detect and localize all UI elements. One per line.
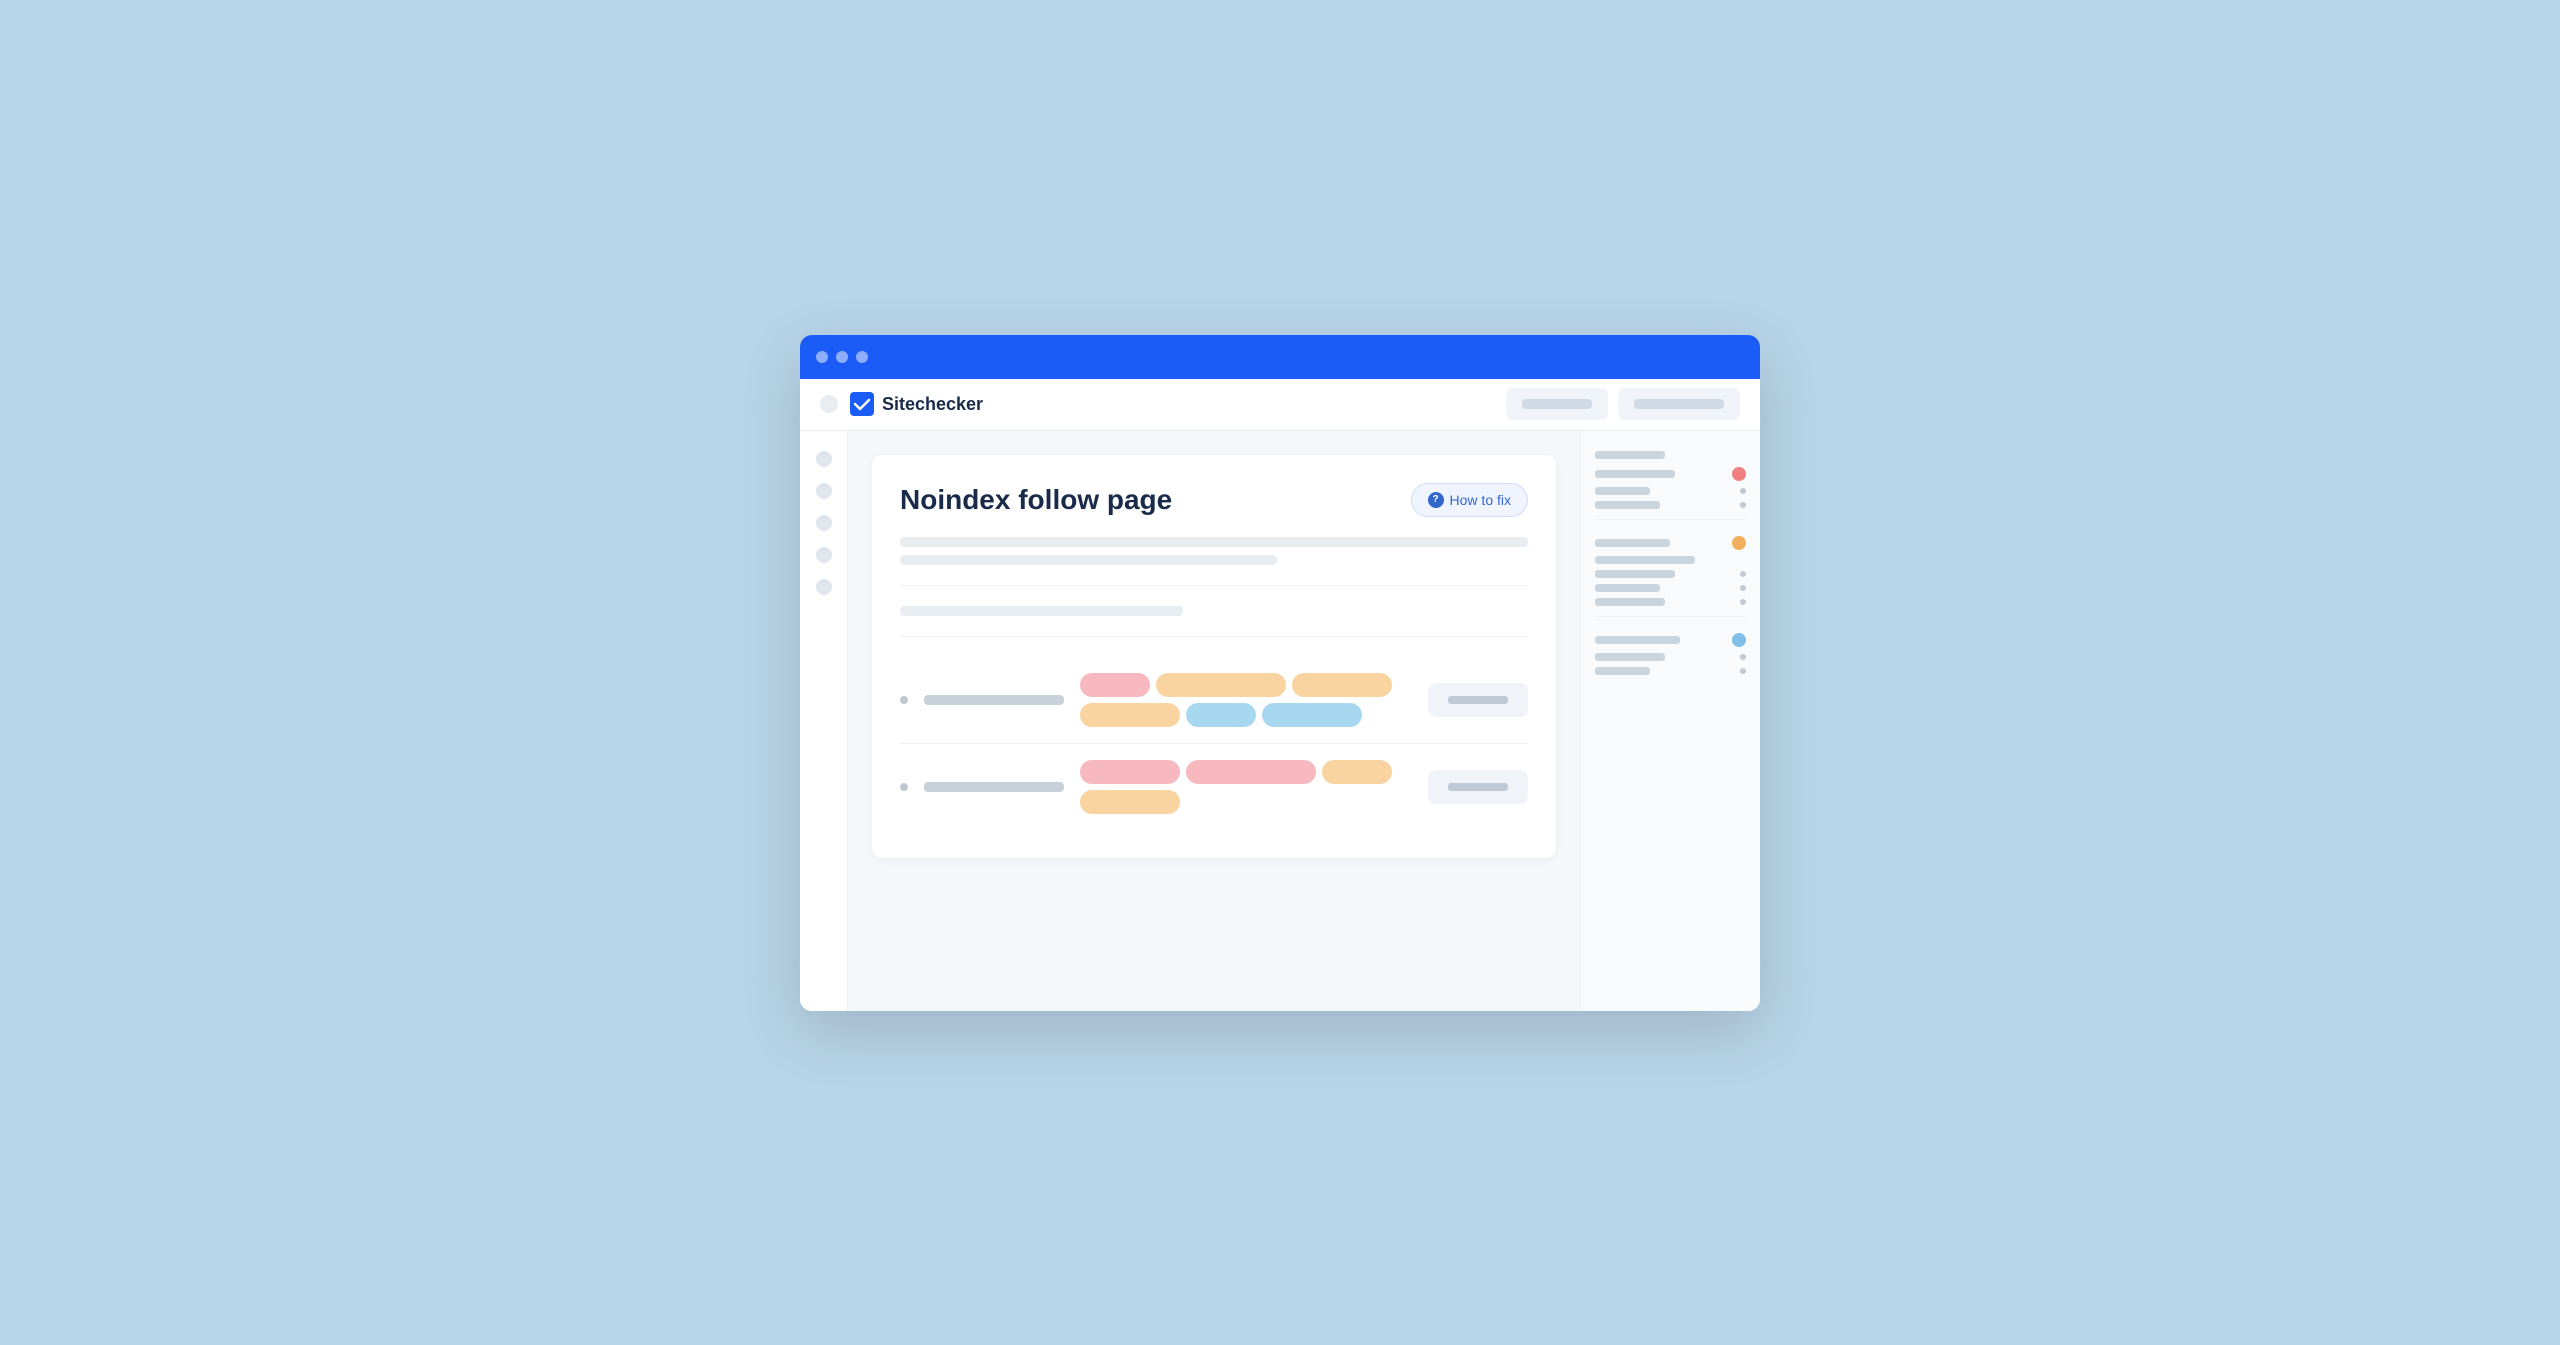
panel-bar-2	[1595, 470, 1675, 478]
row-text-1	[924, 695, 1064, 705]
panel-bar-12	[1595, 667, 1650, 675]
panel-bar-11	[1595, 653, 1665, 661]
how-to-fix-button[interactable]: ? How to fix	[1411, 483, 1528, 517]
page-title: Noindex follow page	[900, 484, 1172, 516]
panel-row-2	[1595, 467, 1746, 481]
divider-1	[900, 585, 1528, 586]
action-label-2	[1448, 783, 1508, 791]
panel-dot-blue	[1732, 633, 1746, 647]
traffic-light-2	[836, 351, 848, 363]
row-bullet-1	[900, 696, 908, 704]
how-to-fix-label: How to fix	[1450, 492, 1511, 508]
sidebar-item-2[interactable]	[816, 483, 832, 499]
sidebar-item-3[interactable]	[816, 515, 832, 531]
table-area	[900, 657, 1528, 830]
toolbar-button-2[interactable]	[1618, 388, 1740, 420]
tag-blue-md-1	[1262, 703, 1362, 727]
panel-row-11	[1595, 653, 1746, 661]
tag-blue-sm-1	[1186, 703, 1256, 727]
toolbar-button-1[interactable]	[1506, 388, 1608, 420]
panel-bar-1	[1595, 451, 1665, 459]
browser-window: Sitechecker Noindex follow page	[800, 335, 1760, 1011]
browser-toolbar: Sitechecker	[800, 379, 1760, 431]
table-row	[900, 657, 1528, 744]
sidebar	[800, 431, 848, 1011]
panel-row-5	[1595, 536, 1746, 550]
panel-group-3	[1595, 633, 1746, 685]
logo-icon	[850, 392, 874, 416]
tag-pink-sm-1	[1080, 673, 1150, 697]
tags-area-2	[1080, 760, 1412, 814]
logo-area: Sitechecker	[850, 392, 1494, 416]
panel-bar-6	[1595, 556, 1695, 564]
tag-pink-md-1	[1080, 760, 1180, 784]
mini-dot-6	[1740, 654, 1746, 660]
tag-orange-sm-1	[1322, 760, 1392, 784]
action-label-1	[1448, 696, 1508, 704]
card-header: Noindex follow page ? How to fix	[900, 483, 1528, 517]
traffic-light-3	[856, 351, 868, 363]
main-content: Noindex follow page ? How to fix	[848, 431, 1580, 1011]
mini-dot-3	[1740, 571, 1746, 577]
panel-row-6	[1595, 556, 1746, 564]
panel-row-4	[1595, 501, 1746, 509]
panel-group-1	[1595, 451, 1746, 520]
row-action-2[interactable]	[1428, 770, 1528, 804]
table-row	[900, 744, 1528, 830]
toolbar-buttons	[1506, 388, 1740, 420]
panel-dot-orange	[1732, 536, 1746, 550]
right-panel	[1580, 431, 1760, 1011]
content-card: Noindex follow page ? How to fix	[872, 455, 1556, 858]
panel-bar-4	[1595, 501, 1660, 509]
row-text-2	[924, 782, 1064, 792]
traffic-light-1	[816, 351, 828, 363]
browser-content: Noindex follow page ? How to fix	[800, 431, 1760, 1011]
panel-row-7	[1595, 570, 1746, 578]
mini-dot-5	[1740, 599, 1746, 605]
filter-bar-1	[900, 606, 1183, 616]
panel-row-10	[1595, 633, 1746, 647]
toolbar-btn-1-label	[1522, 399, 1592, 409]
help-icon: ?	[1428, 492, 1444, 508]
tag-orange-md-3	[1080, 790, 1180, 814]
panel-bar-7	[1595, 570, 1675, 578]
desc-bar-2	[900, 555, 1277, 565]
sidebar-item-5[interactable]	[816, 579, 832, 595]
sidebar-item-4[interactable]	[816, 547, 832, 563]
panel-bar-10	[1595, 636, 1680, 644]
toolbar-circle	[820, 395, 838, 413]
tag-orange-md-2	[1080, 703, 1180, 727]
panel-bar-9	[1595, 598, 1665, 606]
logo-text: Sitechecker	[882, 394, 983, 415]
panel-row-3	[1595, 487, 1746, 495]
row-bullet-2	[900, 783, 908, 791]
panel-bar-3	[1595, 487, 1650, 495]
panel-row-8	[1595, 584, 1746, 592]
tag-pink-lg-1	[1186, 760, 1316, 784]
browser-titlebar	[800, 335, 1760, 379]
panel-dot-red	[1732, 467, 1746, 481]
panel-row-1	[1595, 451, 1746, 459]
panel-row-9	[1595, 598, 1746, 606]
panel-row-12	[1595, 667, 1746, 675]
mini-dot-1	[1740, 488, 1746, 494]
tag-orange-lg-1	[1156, 673, 1286, 697]
sidebar-item-1[interactable]	[816, 451, 832, 467]
mini-dot-7	[1740, 668, 1746, 674]
tags-area-1	[1080, 673, 1412, 727]
tag-orange-md-1	[1292, 673, 1392, 697]
panel-bar-5	[1595, 539, 1670, 547]
panel-group-2	[1595, 536, 1746, 617]
row-action-1[interactable]	[1428, 683, 1528, 717]
toolbar-btn-2-label	[1634, 399, 1724, 409]
panel-bar-8	[1595, 584, 1660, 592]
divider-2	[900, 636, 1528, 637]
mini-dot-4	[1740, 585, 1746, 591]
mini-dot-2	[1740, 502, 1746, 508]
desc-bar-1	[900, 537, 1528, 547]
